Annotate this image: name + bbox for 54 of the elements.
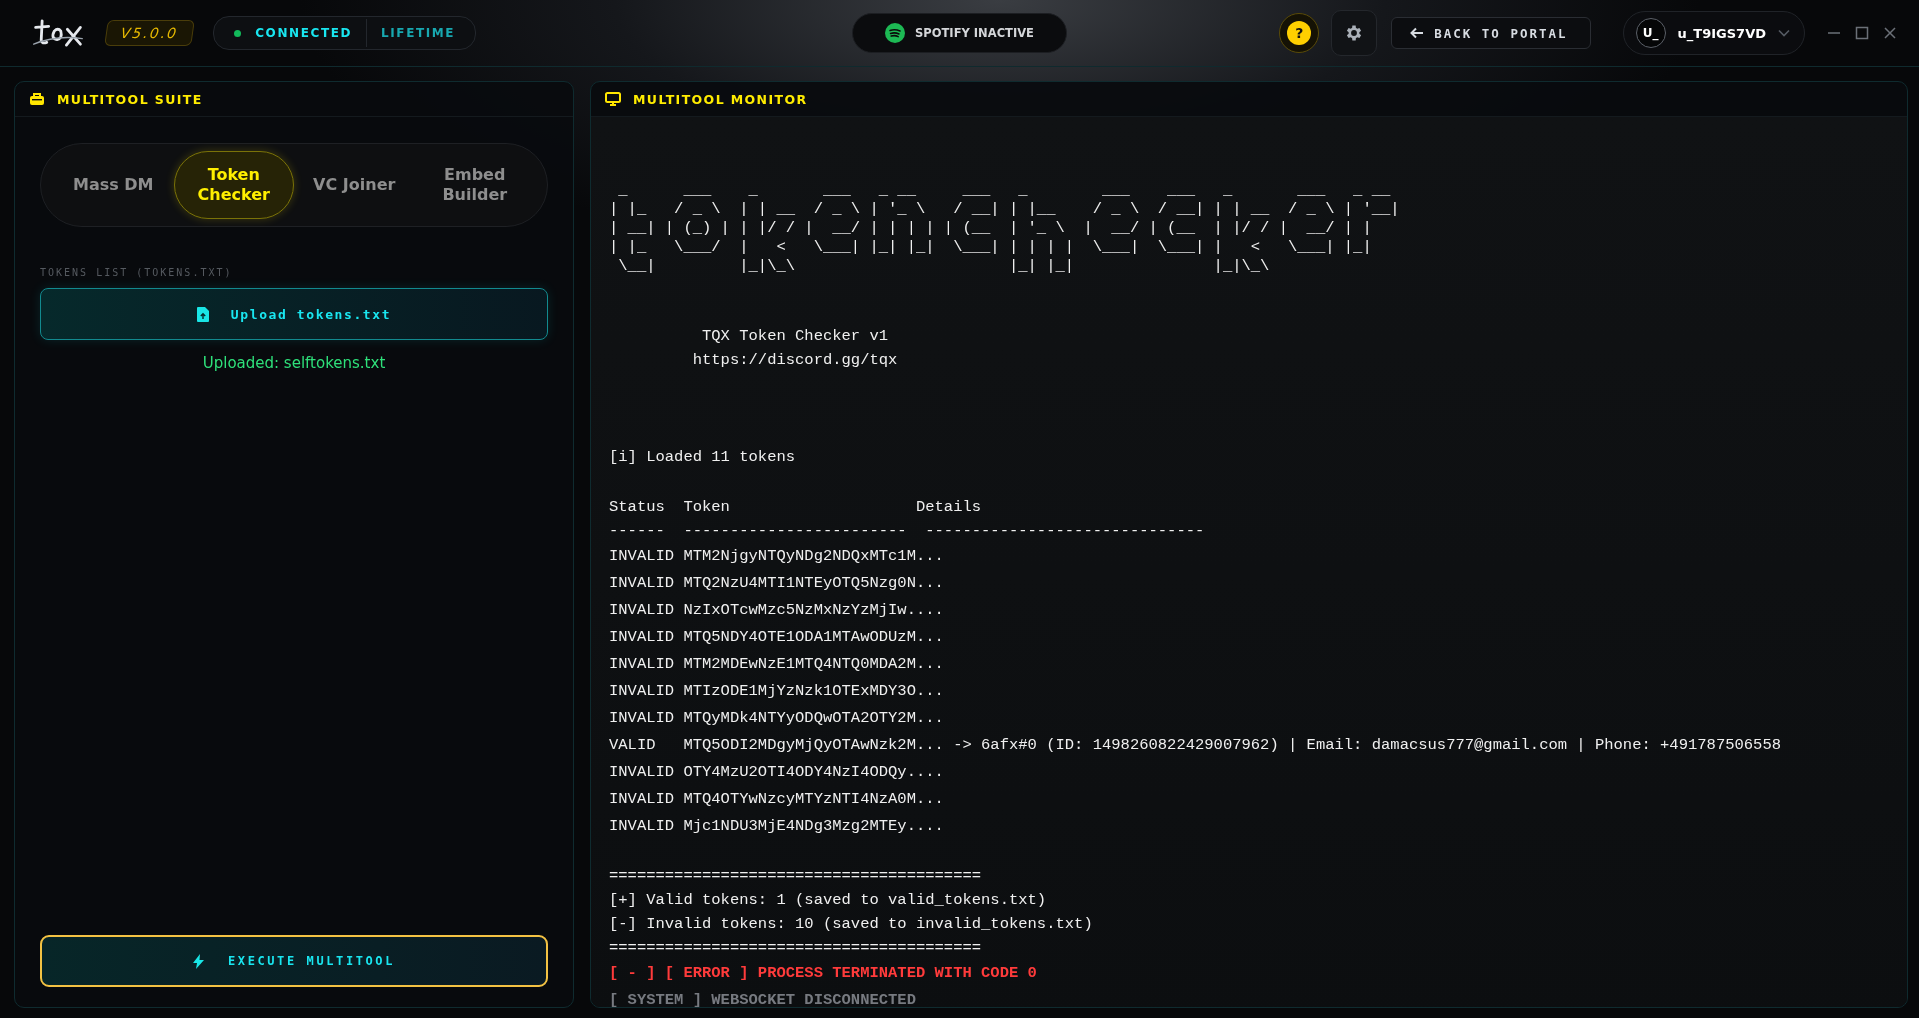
console-line: [ SYSTEM ] WEBSOCKET DISCONNECTED bbox=[609, 990, 917, 1007]
music-service-icon bbox=[885, 23, 906, 43]
ascii-art-line: | __| | (_) | | |/ / | __/ | | | | | (__ | '_ \ | __/ | (__ | |/ / | __/ | | bbox=[609, 219, 1373, 238]
tool-tab[interactable]: VC Joiner bbox=[294, 151, 415, 219]
execute-button[interactable]: EXECUTE MULTITOOL bbox=[40, 935, 548, 987]
ascii-art-line: | |_ \___/ | < \___| |_| |_| \___| | | | | \___| \___| | < \___| |_| bbox=[609, 238, 1373, 257]
console-line: INVALID OTY4MzU2OTI4ODY4NzI4ODQy.... bbox=[609, 762, 945, 783]
tool-tab[interactable]: Embed Builder bbox=[414, 151, 535, 219]
console-line: ======================================== bbox=[609, 866, 983, 887]
tool-tab[interactable]: Mass DM bbox=[53, 151, 174, 219]
panel-title: MULTITOOL SUITE bbox=[57, 91, 203, 107]
tool-tab[interactable]: Token Checker bbox=[173, 151, 294, 219]
upload-status: Uploaded: selftokens.txt bbox=[202, 354, 386, 372]
ascii-art-line: _ ___ _ ___ _ __ ___ _ ___ ___ _ ___ _ __ bbox=[617, 181, 1392, 200]
settings-button[interactable] bbox=[1331, 10, 1378, 56]
back-to-portal-button[interactable]: BACK TO PORTAL bbox=[1391, 17, 1591, 49]
help-button[interactable]: ? bbox=[1279, 13, 1320, 53]
ascii-art-line: | |_ / _ \ | | __ / _ \ | '_ \ / __| | |__ / _ \ / __| | | __ / _ \ | '__| bbox=[609, 200, 1401, 219]
console-line: [ - ] [ ERROR ] PROCESS TERMINATED WITH CODE 0 bbox=[609, 963, 1038, 984]
console-line: ======================================== bbox=[609, 938, 983, 959]
chevron-down-icon bbox=[1778, 29, 1790, 37]
console-line: [+] Valid tokens: 1 (saved to valid_tokens.txt) bbox=[609, 890, 1048, 911]
close-icon[interactable] bbox=[1883, 26, 1897, 40]
console-line: ------ ------------------------ ------------------------------ bbox=[609, 521, 1206, 542]
maximize-icon[interactable] bbox=[1855, 26, 1869, 40]
console-line: INVALID MTM2MDEwNzE1MTQ4NTQ0MDA2M... bbox=[609, 654, 945, 675]
file-upload-icon bbox=[196, 306, 209, 322]
console-line: https://discord.gg/tqx bbox=[691, 350, 899, 371]
upload-button[interactable]: Upload tokens.txt bbox=[40, 288, 548, 340]
console-line: INVALID NzIxOTcwMzc5NzMxNzYzMjIw.... bbox=[609, 600, 945, 621]
ascii-art-line: \__| |_|\_\ |_| |_| |_|\_\ bbox=[617, 257, 1271, 276]
console-line: TQX Token Checker v1 bbox=[701, 326, 890, 347]
console-line: INVALID MTQ5NDY4OTE1ODA1MTAwODUzM... bbox=[609, 627, 945, 648]
console-line: VALID MTQ5ODI2MDgyMjQyOTAwNzk2M... -> 6afx#0 (ID: 1498260822429007962) | Email: damacsus777@gmail.com | Phone: +491787506558 bbox=[609, 735, 1782, 756]
console-line: INVALID MTM2NjgyNTQyNDg2NDQxMTc1M... bbox=[609, 546, 945, 567]
lightning-icon bbox=[193, 953, 204, 969]
user-menu-button[interactable]: U_ u_T9IGS7VD bbox=[1622, 11, 1805, 55]
console-line: INVALID MTQ2NzU4MTI1NTEyOTQ5Nzg0N... bbox=[609, 573, 945, 594]
panel-title: MULTITOOL MONITOR bbox=[633, 91, 808, 107]
console-line: Status Token Details bbox=[609, 497, 983, 518]
toolbox-icon bbox=[29, 92, 45, 106]
console-line: INVALID MTQyMDk4NTYyODQwOTA2OTY2M... bbox=[609, 708, 945, 729]
connection-label: CONNECTED bbox=[255, 26, 353, 40]
spotify-status-button[interactable]: SPOTIFY INACTIVE bbox=[852, 13, 1067, 53]
user-avatar: U_ bbox=[1635, 18, 1666, 48]
plan-label: LIFETIME bbox=[381, 26, 456, 40]
arrow-left-icon bbox=[1410, 27, 1425, 39]
tokens-list-label: TOKENS LIST (TOKENS.TXT) bbox=[40, 267, 234, 278]
console-line: [-] Invalid tokens: 10 (saved to invalid_tokens.txt) bbox=[609, 914, 1094, 935]
console-line: INVALID Mjc1NDU3MjE4NDg3Mzg2MTEy.... bbox=[609, 816, 945, 837]
console-line: [i] Loaded 11 tokens bbox=[609, 447, 797, 468]
console-line: INVALID MTIzODE1MjYzNzk1OTExMDY3O... bbox=[609, 681, 945, 702]
console-line: INVALID MTQ4OTYwNzcyMTYzNTI4NzA0M... bbox=[609, 789, 945, 810]
monitor-icon bbox=[605, 92, 621, 106]
